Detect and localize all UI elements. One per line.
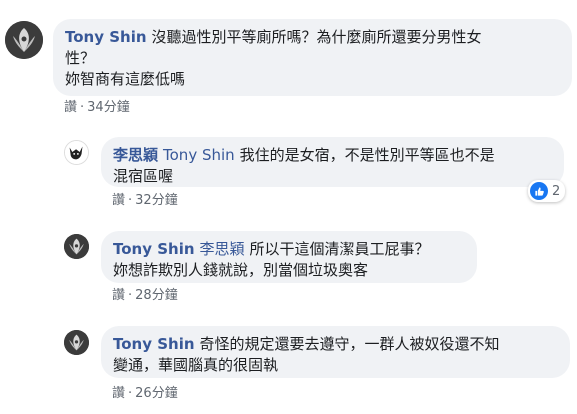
comment-bubble: Tony Shin 奇怪的規定還要去遵守，一群人被奴役還不知 變通，華國腦真的很固… xyxy=(101,326,570,378)
floral-logo-icon xyxy=(64,330,89,355)
comment-text: 所以干這個清潔員工屁事？ xyxy=(249,240,430,258)
reaction-count: 2 xyxy=(552,183,561,199)
timestamp[interactable]: 32分鐘 xyxy=(135,193,178,208)
comment-bubble: 李思穎 Tony Shin 我住的是女宿，不是性別平等區也不是 混宿區喔 xyxy=(101,137,564,187)
timestamp[interactable]: 26分鐘 xyxy=(135,386,178,401)
comment-text: 性？ xyxy=(65,49,96,67)
mention-link[interactable]: Tony Shin xyxy=(163,146,235,164)
avatar-li-siying[interactable] xyxy=(64,140,89,165)
comment-bubble: Tony Shin 李思穎 所以干這個清潔員工屁事？ 妳想詐欺別人錢就說，別當個垃圾… xyxy=(101,231,477,283)
comment-actions: 讚 · 26分鐘 xyxy=(112,386,178,401)
comment-text: 沒聽過性別平等廁所嗎？為什麼廁所還要分男性女 xyxy=(151,28,482,46)
comment-text: 奇怪的規定還要去遵守，一群人被奴役還不知 xyxy=(199,335,500,353)
floral-logo-icon xyxy=(64,234,89,259)
avatar-tony-shin[interactable] xyxy=(64,330,89,355)
comment-text: 混宿區喔 xyxy=(113,167,174,185)
comment-author[interactable]: Tony Shin xyxy=(113,335,195,353)
comment-author[interactable]: Tony Shin xyxy=(65,28,147,46)
comment-bubble: Tony Shin 沒聽過性別平等廁所嗎？為什麼廁所還要分男性女 性？ 妳智商有這… xyxy=(53,19,572,96)
comment-text: 變通，華國腦真的很固執 xyxy=(113,356,279,374)
like-link[interactable]: 讚 xyxy=(112,288,125,303)
like-link[interactable]: 讚 xyxy=(112,386,125,401)
comment-author[interactable]: Tony Shin xyxy=(113,240,195,258)
cat-face-icon xyxy=(65,141,88,164)
floral-logo-icon xyxy=(5,21,43,59)
mention-link[interactable]: 李思穎 xyxy=(200,240,245,258)
avatar-tony-shin[interactable] xyxy=(5,21,43,59)
reaction-count-badge[interactable]: 2 xyxy=(528,180,566,202)
like-link[interactable]: 讚 xyxy=(64,100,77,115)
comment-actions: 讚 · 34分鐘 xyxy=(64,100,130,115)
comment-actions: 讚 · 32分鐘 xyxy=(112,193,178,208)
comment-text: 我住的是女宿，不是性別平等區也不是 xyxy=(239,146,495,164)
like-icon xyxy=(530,182,548,200)
comment-actions: 讚 · 28分鐘 xyxy=(112,288,178,303)
timestamp[interactable]: 28分鐘 xyxy=(135,288,178,303)
timestamp[interactable]: 34分鐘 xyxy=(87,100,130,115)
comment-author[interactable]: 李思穎 xyxy=(113,146,158,164)
avatar-tony-shin[interactable] xyxy=(64,234,89,259)
comment-text: 妳想詐欺別人錢就說，別當個垃圾奧客 xyxy=(113,261,369,279)
comment-text: 妳智商有這麼低嗎 xyxy=(65,70,186,88)
like-link[interactable]: 讚 xyxy=(112,193,125,208)
